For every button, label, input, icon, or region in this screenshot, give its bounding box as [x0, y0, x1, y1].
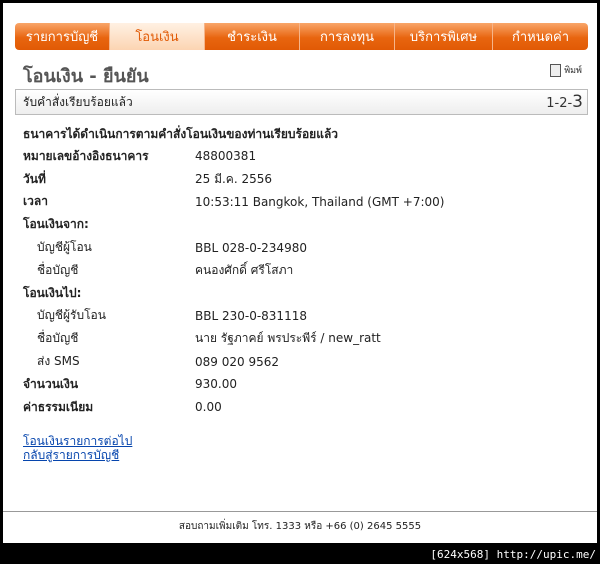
sms-value: 089 020 9562	[195, 354, 279, 369]
detail-row-reference: หมายเลขอ้างอิงธนาคาร 48800381	[23, 145, 583, 168]
detail-row-fee: ค่าธรรมเนียม 0.00	[23, 396, 583, 419]
sms-label: ส่ง SMS	[37, 354, 80, 369]
print-button[interactable]: พิมพ์	[550, 63, 582, 77]
main-nav: รายการบัญชี โอนเงิน ชำระเงิน การลงทุน บร…	[15, 23, 588, 50]
print-label: พิมพ์	[564, 66, 582, 76]
step-indicator: 1-2-3	[546, 92, 583, 112]
time-value: 10:53:11 Bangkok, Thailand (GMT +7:00)	[195, 194, 445, 209]
nav-investment[interactable]: การลงทุน	[300, 23, 395, 50]
detail-row-to-heading: โอนเงินไป:	[23, 282, 583, 305]
detail-row-to-name: ชื่อบัญชี นาย รัฐภาคย์ พรประพีร์ / new_r…	[23, 327, 583, 350]
action-links: โอนเงินรายการต่อไป กลับสู่รายการบัญชี	[23, 434, 132, 462]
to-label: โอนเงินไป:	[23, 285, 82, 300]
detail-row-sms: ส่ง SMS 089 020 9562	[23, 350, 583, 373]
detail-row-from-heading: โอนเงินจาก:	[23, 213, 583, 236]
amount-value: 930.00	[195, 377, 237, 392]
date-value: 25 มี.ค. 2556	[195, 171, 273, 186]
next-transfer-link[interactable]: โอนเงินรายการต่อไป	[23, 434, 132, 448]
nav-payment[interactable]: ชำระเงิน	[205, 23, 300, 50]
nav-transfer[interactable]: โอนเงิน	[110, 23, 205, 50]
confirmation-message: ธนาคารได้ดำเนินการตามคำสั่งโอนเงินของท่า…	[23, 127, 339, 141]
detail-row-from-name: ชื่อบัญชี คนองศักดิ์ ศรีโสภา	[23, 259, 583, 282]
from-account-label: บัญชีผู้โอน	[37, 240, 92, 255]
nav-accounts[interactable]: รายการบัญชี	[15, 23, 110, 50]
from-name-label: ชื่อบัญชี	[37, 262, 79, 277]
fee-value: 0.00	[195, 400, 222, 415]
detail-row-to-account: บัญชีผู้รับโอน BBL 230-0-831118	[23, 305, 583, 328]
fee-label: ค่าธรรมเนียม	[23, 399, 94, 414]
footer-contact: สอบถามเพิ่มเติม โทร. 1333 หรือ +66 (0) 2…	[178, 521, 422, 532]
date-label: วันที่	[23, 171, 46, 186]
nav-settings[interactable]: กำหนดค่า	[493, 23, 588, 50]
detail-row-amount: จำนวนเงิน 930.00	[23, 373, 583, 396]
back-to-accounts-link[interactable]: กลับสู่รายการบัญชี	[23, 448, 132, 462]
from-account-value: BBL 028-0-234980	[195, 240, 307, 255]
to-account-value: BBL 230-0-831118	[195, 308, 307, 323]
detail-row-date: วันที่ 25 มี.ค. 2556	[23, 168, 583, 191]
to-name-label: ชื่อบัญชี	[37, 331, 79, 346]
reference-label: หมายเลขอ้างอิงธนาคาร	[23, 148, 149, 163]
status-bar: รับคำสั่งเรียบร้อยแล้ว 1-2-3	[15, 89, 588, 115]
printer-icon	[550, 63, 562, 77]
time-label: เวลา	[23, 194, 48, 209]
steps-prefix: 1-2-	[546, 96, 573, 111]
reference-value: 48800381	[195, 149, 257, 164]
from-name-value: คนองศักดิ์ ศรีโสภา	[195, 262, 294, 277]
footer-divider	[3, 511, 597, 512]
nav-special-services[interactable]: บริการพิเศษ	[395, 23, 493, 50]
detail-row-time: เวลา 10:53:11 Bangkok, Thailand (GMT +7:…	[23, 191, 583, 214]
page-frame: รายการบัญชี โอนเงิน ชำระเงิน การลงทุน บร…	[3, 3, 597, 543]
detail-row-from-account: บัญชีผู้โอน BBL 028-0-234980	[23, 236, 583, 259]
watermark: [624x568] http://upic.me/	[430, 548, 596, 561]
from-label: โอนเงินจาก:	[23, 217, 89, 232]
to-name-value: นาย รัฐภาคย์ พรประพีร์ / new_ratt	[195, 331, 381, 346]
page-title: โอนเงิน - ยืนยัน	[23, 66, 149, 87]
transfer-details: หมายเลขอ้างอิงธนาคาร 48800381 วันที่ 25 …	[23, 145, 583, 419]
amount-label: จำนวนเงิน	[23, 376, 79, 391]
to-account-label: บัญชีผู้รับโอน	[37, 308, 106, 323]
current-step: 3	[572, 92, 583, 112]
status-label: รับคำสั่งเรียบร้อยแล้ว	[23, 94, 133, 109]
